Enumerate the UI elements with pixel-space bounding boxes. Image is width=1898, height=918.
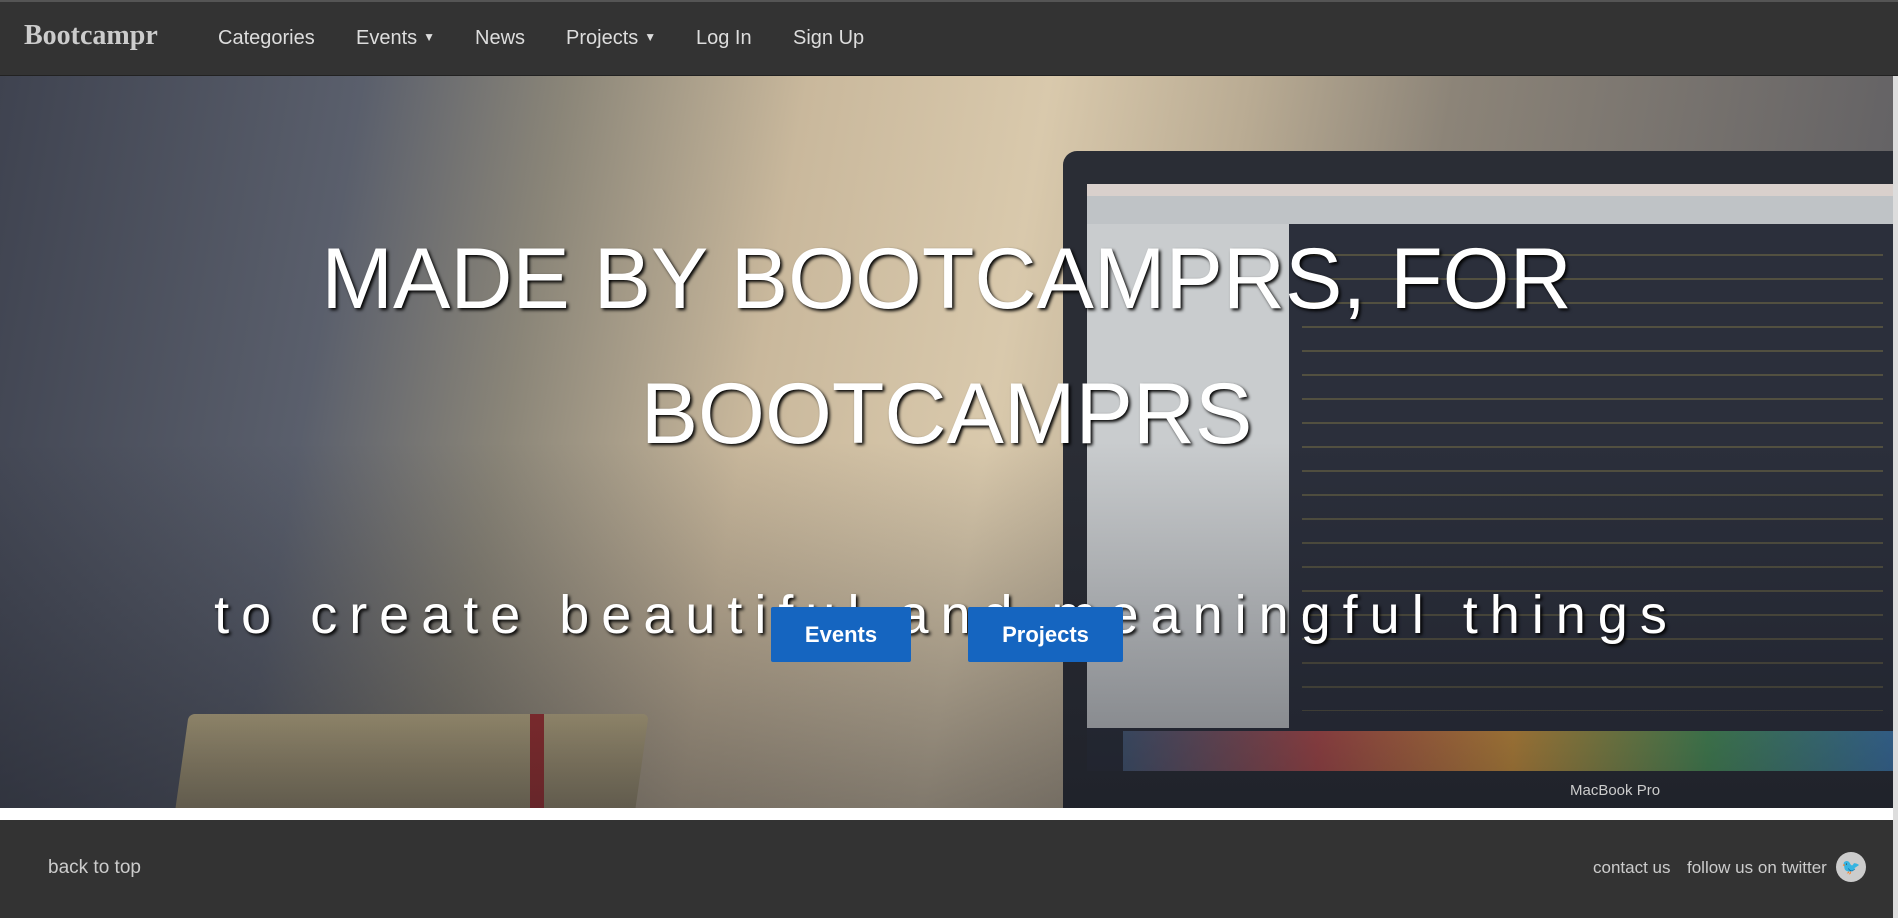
nav-projects-dropdown[interactable]: Projects ▼	[566, 27, 656, 50]
nav-login[interactable]: Log In	[696, 27, 752, 50]
hero-subtitle: to create beautiful and meaningful thing…	[214, 585, 1679, 645]
nav-events-dropdown[interactable]: Events ▼	[356, 27, 435, 50]
twitter-bird-icon[interactable]: 🐦	[1836, 852, 1866, 882]
twitter-link[interactable]: follow us on twitter	[1687, 858, 1827, 878]
top-navbar: Bootcampr Categories Events ▼ News Projec…	[0, 0, 1898, 76]
hero-section: MacBook Pro MADE BY BOOTCAMPRS, FOR BOOT…	[0, 76, 1893, 808]
laptop-label: MacBook Pro	[1570, 782, 1661, 799]
back-to-top-link[interactable]: back to top	[48, 857, 141, 879]
nav-label: Sign Up	[793, 27, 865, 49]
nav-label: News	[475, 27, 526, 49]
projects-button[interactable]: Projects	[968, 607, 1123, 662]
scrollbar[interactable]	[1893, 76, 1898, 918]
divider	[0, 808, 1893, 820]
nav-label: Events	[356, 27, 418, 49]
nav-news[interactable]: News	[475, 27, 525, 50]
brand-logo[interactable]: Bootcampr	[24, 20, 158, 52]
nav-label: Log In	[696, 27, 752, 49]
hero-title-line1: MADE BY BOOTCAMPRS, FOR	[321, 231, 1572, 327]
nav-categories[interactable]: Categories	[218, 27, 315, 50]
nav-signup[interactable]: Sign Up	[793, 27, 864, 50]
nav-label: Projects	[566, 27, 639, 49]
hero-title-line2: BOOTCAMPRS	[640, 366, 1253, 462]
footer: back to top contact us follow us on twit…	[0, 820, 1893, 918]
contact-us-link[interactable]: contact us	[1593, 858, 1671, 878]
caret-down-icon: ▼	[644, 30, 657, 44]
events-button[interactable]: Events	[771, 607, 911, 662]
caret-down-icon: ▼	[423, 30, 436, 44]
nav-label: Categories	[218, 27, 315, 49]
